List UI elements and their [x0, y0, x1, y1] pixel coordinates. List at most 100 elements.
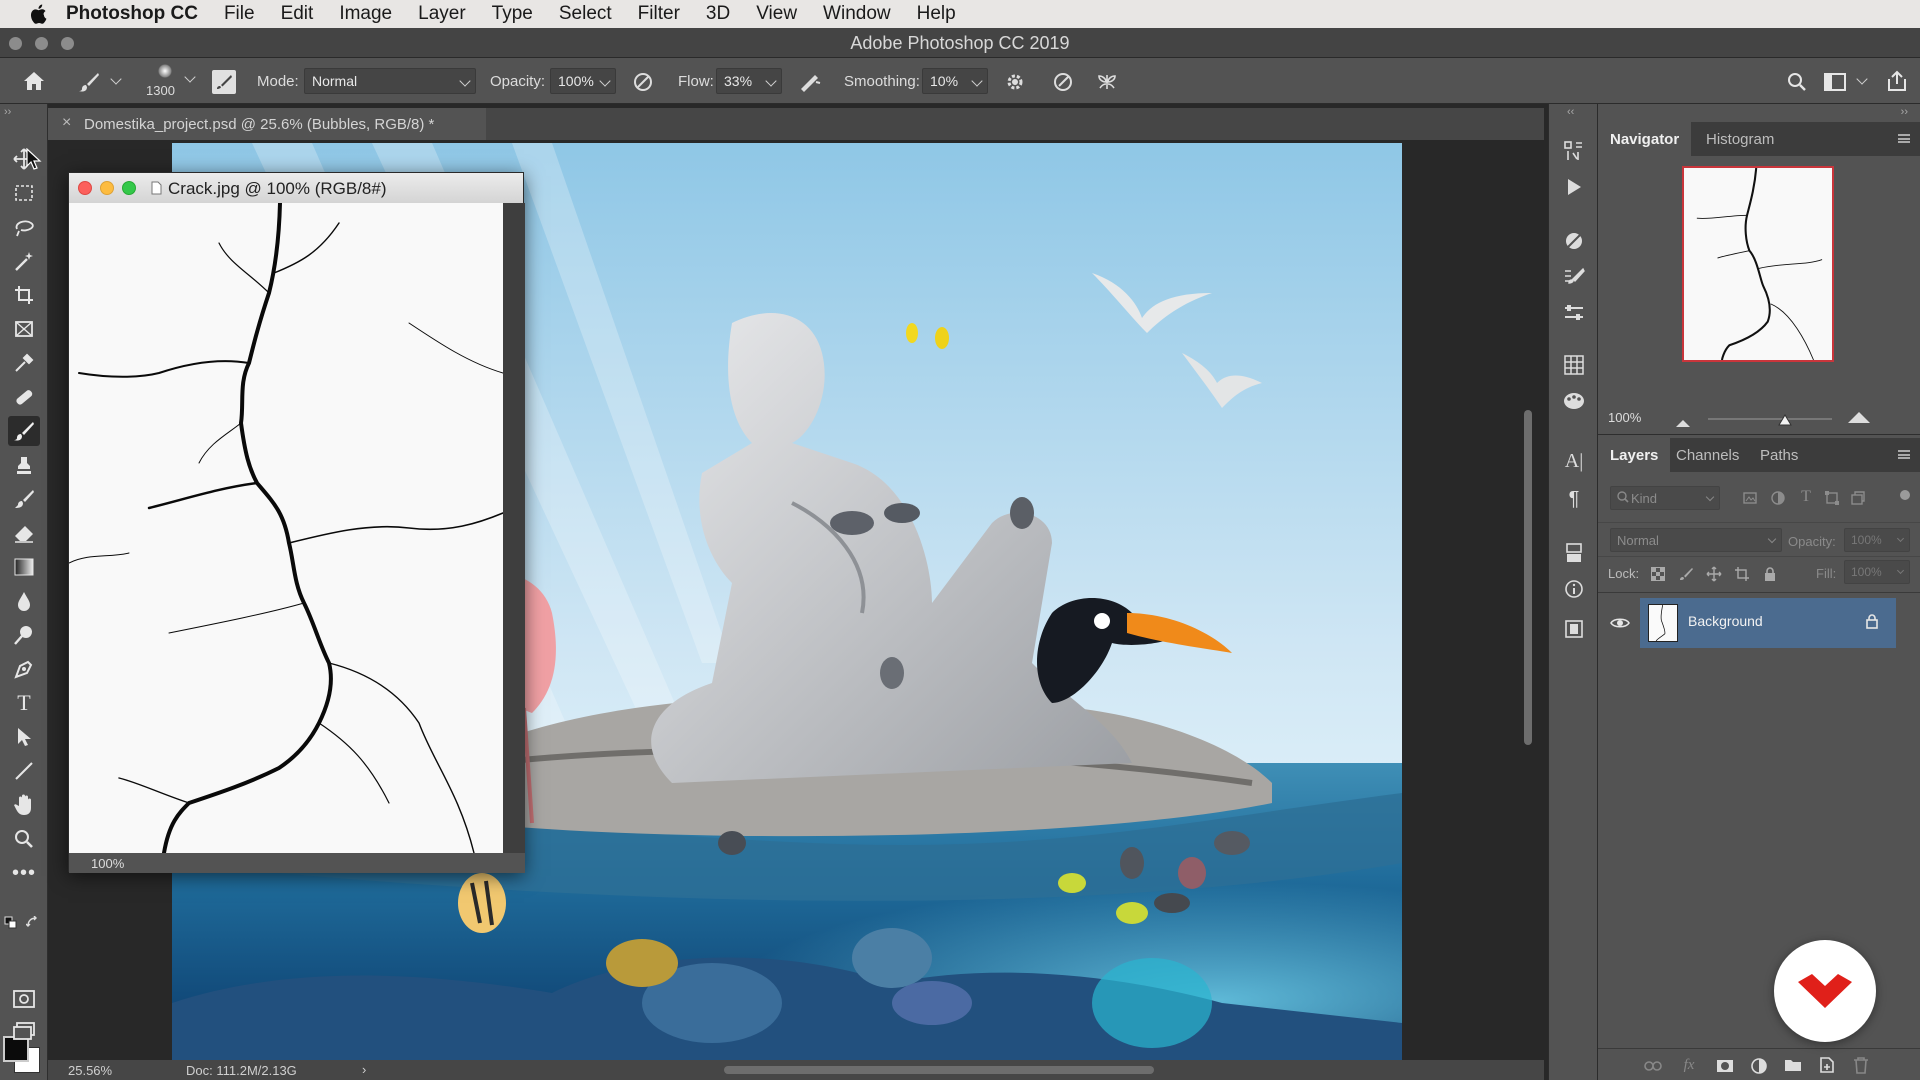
brush-tool[interactable]	[8, 416, 40, 446]
more-tools-icon[interactable]: •••	[8, 858, 40, 888]
collapse-arrows-icon[interactable]: ››	[1901, 106, 1908, 118]
filter-toggle-button[interactable]	[1900, 490, 1910, 500]
eraser-tool[interactable]	[8, 518, 40, 548]
quick-mask-icon[interactable]	[8, 984, 40, 1014]
screen-mode-icon[interactable]	[8, 1016, 40, 1046]
brush-panel-toggle-icon[interactable]	[212, 70, 236, 94]
workspace-layout-icon[interactable]	[1822, 70, 1848, 94]
navigator-zoom-slider-handle[interactable]	[1778, 413, 1792, 431]
menu-help[interactable]: Help	[917, 3, 956, 25]
zoom-level[interactable]: 25.56%	[68, 1063, 112, 1078]
menu-file[interactable]: File	[224, 3, 255, 25]
menu-view[interactable]: View	[756, 3, 797, 25]
floating-window-title-bar[interactable]: Crack.jpg @ 100% (RGB/8#)	[69, 173, 523, 203]
tab-layers[interactable]: Layers	[1598, 438, 1671, 472]
zoom-out-mountain-icon[interactable]	[1676, 414, 1690, 432]
chevron-down-icon[interactable]	[184, 71, 196, 83]
swap-colors-icon[interactable]	[25, 915, 40, 935]
navigator-menu-icon[interactable]	[1898, 134, 1910, 143]
floating-window-zoom-button[interactable]	[122, 181, 136, 195]
color-palette-icon[interactable]	[1561, 388, 1587, 414]
collapse-arrows-icon[interactable]: ››	[4, 106, 11, 118]
swatches-grid-icon[interactable]	[1561, 352, 1587, 378]
menu-image[interactable]: Image	[339, 3, 392, 25]
close-tab-icon[interactable]: ×	[62, 114, 71, 132]
layer-row[interactable]: Background	[1598, 598, 1920, 648]
frame-tool[interactable]	[8, 314, 40, 344]
3d-materials-icon[interactable]	[1561, 540, 1587, 566]
eyedropper-tool[interactable]	[8, 348, 40, 378]
menu-filter[interactable]: Filter	[638, 3, 680, 25]
navigator-zoom-value[interactable]: 100%	[1608, 410, 1641, 425]
layers-menu-icon[interactable]	[1898, 450, 1910, 459]
default-colors-icon[interactable]	[4, 916, 18, 935]
quick-selection-tool[interactable]	[8, 246, 40, 276]
dodge-tool[interactable]	[8, 620, 40, 650]
share-icon[interactable]	[1884, 68, 1910, 94]
floating-window-scrollbar[interactable]	[503, 203, 525, 853]
add-mask-icon[interactable]	[1714, 1056, 1736, 1076]
pen-tool[interactable]	[8, 654, 40, 684]
gradient-tool[interactable]	[8, 552, 40, 582]
eye-visibility-icon[interactable]	[1608, 612, 1632, 634]
zoom-tool[interactable]	[8, 824, 40, 854]
pressure-opacity-icon[interactable]	[630, 70, 656, 94]
character-panel-icon[interactable]: A|	[1561, 448, 1587, 474]
menu-window[interactable]: Window	[823, 3, 891, 25]
info-icon[interactable]	[1561, 576, 1587, 602]
layer-name[interactable]: Background	[1688, 613, 1763, 629]
opacity-input[interactable]: 100%	[550, 68, 616, 94]
pressure-size-icon[interactable]	[1050, 70, 1076, 94]
brush-preset-icon[interactable]	[76, 70, 102, 94]
chevron-down-icon[interactable]	[110, 73, 122, 85]
brush-settings-icon[interactable]	[1561, 264, 1587, 290]
app-name[interactable]: Photoshop CC	[66, 3, 198, 25]
paragraph-panel-icon[interactable]: ¶	[1561, 486, 1587, 512]
tab-histogram[interactable]: Histogram	[1694, 122, 1786, 156]
tab-paths[interactable]: Paths	[1748, 438, 1810, 472]
menu-edit[interactable]: Edit	[281, 3, 314, 25]
blur-tool[interactable]	[8, 586, 40, 616]
adjustments-icon[interactable]	[1561, 228, 1587, 254]
libraries-icon[interactable]	[1561, 616, 1587, 642]
lock-position-icon[interactable]	[1704, 564, 1724, 584]
layer-effects-fx-icon[interactable]: fx	[1678, 1054, 1700, 1076]
actions-play-icon[interactable]	[1561, 174, 1587, 200]
lock-transparent-pixels-icon[interactable]	[1648, 564, 1668, 584]
navigator-preview[interactable]	[1682, 166, 1834, 362]
history-panel-icon[interactable]	[1561, 138, 1587, 164]
layer-filter-select[interactable]: Kind	[1610, 486, 1720, 510]
horizontal-scrollbar[interactable]	[724, 1066, 1154, 1074]
smoothing-input[interactable]: 10%	[922, 68, 988, 94]
filter-type-layer-icon[interactable]: T	[1796, 487, 1816, 507]
delete-layer-trash-icon[interactable]	[1850, 1054, 1872, 1076]
vertical-scrollbar[interactable]	[1524, 410, 1532, 745]
menu-select[interactable]: Select	[559, 3, 612, 25]
path-selection-tool[interactable]	[8, 722, 40, 752]
apple-menu-icon[interactable]	[24, 4, 52, 24]
blend-mode-select[interactable]: Normal	[1610, 528, 1782, 552]
properties-sliders-icon[interactable]	[1561, 300, 1587, 326]
new-layer-icon[interactable]	[1816, 1054, 1838, 1076]
flow-input[interactable]: 33%	[716, 68, 782, 94]
new-adjustment-layer-icon[interactable]	[1748, 1055, 1770, 1077]
filter-shape-layer-icon[interactable]	[1822, 488, 1842, 508]
lock-all-icon[interactable]	[1760, 564, 1780, 584]
lasso-tool[interactable]	[8, 212, 40, 242]
filter-pixel-layer-icon[interactable]	[1740, 488, 1760, 508]
tab-navigator[interactable]: Navigator	[1598, 122, 1692, 156]
healing-brush-tool[interactable]	[8, 382, 40, 412]
home-icon[interactable]	[20, 68, 48, 94]
layer-lock-icon[interactable]	[1866, 614, 1878, 634]
type-tool-icon[interactable]: T	[8, 688, 40, 718]
brush-tip-preview[interactable]	[150, 62, 180, 80]
tab-channels[interactable]: Channels	[1664, 438, 1751, 472]
search-icon[interactable]	[1784, 70, 1810, 94]
hand-tool[interactable]	[8, 790, 40, 820]
layer-opacity-input[interactable]: 100%	[1844, 528, 1910, 552]
collapse-arrows-icon[interactable]: ‹‹	[1567, 106, 1574, 118]
crack-image[interactable]	[69, 203, 503, 853]
crop-tool[interactable]	[8, 280, 40, 310]
clone-stamp-tool[interactable]	[8, 450, 40, 480]
chevron-right-icon[interactable]: ›	[362, 1062, 366, 1077]
